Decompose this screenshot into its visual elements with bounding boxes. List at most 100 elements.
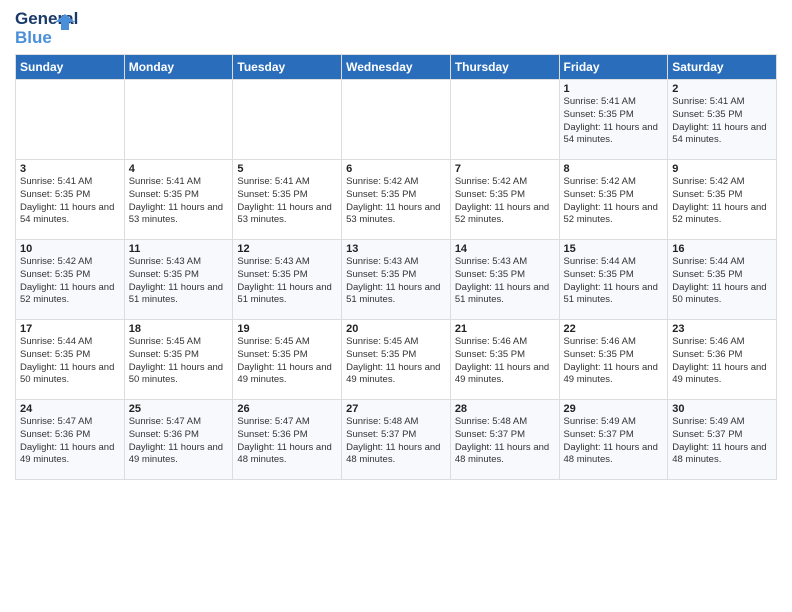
calendar-cell: 1Sunrise: 5:41 AMSunset: 5:35 PMDaylight… — [559, 80, 668, 160]
day-info: Sunrise: 5:43 AMSunset: 5:35 PMDaylight:… — [129, 256, 229, 307]
day-number: 18 — [129, 323, 229, 335]
day-info: Sunrise: 5:45 AMSunset: 5:35 PMDaylight:… — [237, 336, 337, 387]
day-info: Sunrise: 5:43 AMSunset: 5:35 PMDaylight:… — [346, 256, 446, 307]
day-info: Sunrise: 5:41 AMSunset: 5:35 PMDaylight:… — [672, 96, 772, 147]
day-number: 12 — [237, 243, 337, 255]
calendar-cell — [450, 80, 559, 160]
day-number: 16 — [672, 243, 772, 255]
calendar-cell: 22Sunrise: 5:46 AMSunset: 5:35 PMDayligh… — [559, 320, 668, 400]
day-info: Sunrise: 5:41 AMSunset: 5:35 PMDaylight:… — [237, 176, 337, 227]
day-info: Sunrise: 5:42 AMSunset: 5:35 PMDaylight:… — [455, 176, 555, 227]
day-number: 5 — [237, 163, 337, 175]
day-number: 28 — [455, 403, 555, 415]
day-info: Sunrise: 5:44 AMSunset: 5:35 PMDaylight:… — [20, 336, 120, 387]
day-number: 17 — [20, 323, 120, 335]
day-number: 10 — [20, 243, 120, 255]
day-of-week-header: Friday — [559, 55, 668, 80]
day-info: Sunrise: 5:48 AMSunset: 5:37 PMDaylight:… — [455, 416, 555, 467]
calendar-cell: 9Sunrise: 5:42 AMSunset: 5:35 PMDaylight… — [668, 160, 777, 240]
calendar-cell: 5Sunrise: 5:41 AMSunset: 5:35 PMDaylight… — [233, 160, 342, 240]
calendar-cell: 19Sunrise: 5:45 AMSunset: 5:35 PMDayligh… — [233, 320, 342, 400]
calendar-cell — [16, 80, 125, 160]
calendar-cell: 11Sunrise: 5:43 AMSunset: 5:35 PMDayligh… — [124, 240, 233, 320]
day-of-week-header: Tuesday — [233, 55, 342, 80]
day-number: 27 — [346, 403, 446, 415]
calendar-cell: 25Sunrise: 5:47 AMSunset: 5:36 PMDayligh… — [124, 400, 233, 480]
day-info: Sunrise: 5:42 AMSunset: 5:35 PMDaylight:… — [672, 176, 772, 227]
day-number: 29 — [564, 403, 664, 415]
day-number: 7 — [455, 163, 555, 175]
calendar-cell: 4Sunrise: 5:41 AMSunset: 5:35 PMDaylight… — [124, 160, 233, 240]
day-number: 26 — [237, 403, 337, 415]
day-number: 24 — [20, 403, 120, 415]
calendar-cell: 24Sunrise: 5:47 AMSunset: 5:36 PMDayligh… — [16, 400, 125, 480]
calendar-cell: 17Sunrise: 5:44 AMSunset: 5:35 PMDayligh… — [16, 320, 125, 400]
day-number: 11 — [129, 243, 229, 255]
day-info: Sunrise: 5:43 AMSunset: 5:35 PMDaylight:… — [237, 256, 337, 307]
day-info: Sunrise: 5:42 AMSunset: 5:35 PMDaylight:… — [564, 176, 664, 227]
calendar-cell: 30Sunrise: 5:49 AMSunset: 5:37 PMDayligh… — [668, 400, 777, 480]
day-number: 6 — [346, 163, 446, 175]
day-number: 15 — [564, 243, 664, 255]
header: General Blue — [15, 10, 777, 48]
day-number: 1 — [564, 83, 664, 95]
logo: General Blue — [15, 10, 59, 48]
day-number: 13 — [346, 243, 446, 255]
day-number: 19 — [237, 323, 337, 335]
day-info: Sunrise: 5:48 AMSunset: 5:37 PMDaylight:… — [346, 416, 446, 467]
day-number: 14 — [455, 243, 555, 255]
day-info: Sunrise: 5:46 AMSunset: 5:35 PMDaylight:… — [564, 336, 664, 387]
calendar-cell: 26Sunrise: 5:47 AMSunset: 5:36 PMDayligh… — [233, 400, 342, 480]
day-of-week-header: Thursday — [450, 55, 559, 80]
day-number: 9 — [672, 163, 772, 175]
calendar-cell: 8Sunrise: 5:42 AMSunset: 5:35 PMDaylight… — [559, 160, 668, 240]
calendar-cell: 7Sunrise: 5:42 AMSunset: 5:35 PMDaylight… — [450, 160, 559, 240]
calendar-cell: 6Sunrise: 5:42 AMSunset: 5:35 PMDaylight… — [342, 160, 451, 240]
day-info: Sunrise: 5:44 AMSunset: 5:35 PMDaylight:… — [564, 256, 664, 307]
calendar-cell — [233, 80, 342, 160]
calendar-cell: 10Sunrise: 5:42 AMSunset: 5:35 PMDayligh… — [16, 240, 125, 320]
calendar-cell: 18Sunrise: 5:45 AMSunset: 5:35 PMDayligh… — [124, 320, 233, 400]
day-info: Sunrise: 5:46 AMSunset: 5:35 PMDaylight:… — [455, 336, 555, 387]
calendar-cell: 15Sunrise: 5:44 AMSunset: 5:35 PMDayligh… — [559, 240, 668, 320]
calendar-cell: 12Sunrise: 5:43 AMSunset: 5:35 PMDayligh… — [233, 240, 342, 320]
day-of-week-header: Sunday — [16, 55, 125, 80]
day-number: 25 — [129, 403, 229, 415]
day-info: Sunrise: 5:45 AMSunset: 5:35 PMDaylight:… — [346, 336, 446, 387]
day-info: Sunrise: 5:49 AMSunset: 5:37 PMDaylight:… — [672, 416, 772, 467]
calendar-cell: 13Sunrise: 5:43 AMSunset: 5:35 PMDayligh… — [342, 240, 451, 320]
day-info: Sunrise: 5:45 AMSunset: 5:35 PMDaylight:… — [129, 336, 229, 387]
day-info: Sunrise: 5:42 AMSunset: 5:35 PMDaylight:… — [20, 256, 120, 307]
calendar-cell: 14Sunrise: 5:43 AMSunset: 5:35 PMDayligh… — [450, 240, 559, 320]
day-info: Sunrise: 5:46 AMSunset: 5:36 PMDaylight:… — [672, 336, 772, 387]
calendar-cell — [342, 80, 451, 160]
day-number: 4 — [129, 163, 229, 175]
day-info: Sunrise: 5:47 AMSunset: 5:36 PMDaylight:… — [129, 416, 229, 467]
calendar-cell: 27Sunrise: 5:48 AMSunset: 5:37 PMDayligh… — [342, 400, 451, 480]
day-of-week-header: Monday — [124, 55, 233, 80]
day-info: Sunrise: 5:47 AMSunset: 5:36 PMDaylight:… — [237, 416, 337, 467]
calendar-cell — [124, 80, 233, 160]
calendar-cell: 29Sunrise: 5:49 AMSunset: 5:37 PMDayligh… — [559, 400, 668, 480]
day-of-week-header: Saturday — [668, 55, 777, 80]
day-number: 2 — [672, 83, 772, 95]
day-info: Sunrise: 5:47 AMSunset: 5:36 PMDaylight:… — [20, 416, 120, 467]
calendar-cell: 28Sunrise: 5:48 AMSunset: 5:37 PMDayligh… — [450, 400, 559, 480]
calendar-cell: 23Sunrise: 5:46 AMSunset: 5:36 PMDayligh… — [668, 320, 777, 400]
calendar-cell: 2Sunrise: 5:41 AMSunset: 5:35 PMDaylight… — [668, 80, 777, 160]
day-info: Sunrise: 5:44 AMSunset: 5:35 PMDaylight:… — [672, 256, 772, 307]
day-number: 23 — [672, 323, 772, 335]
day-number: 30 — [672, 403, 772, 415]
calendar-cell: 3Sunrise: 5:41 AMSunset: 5:35 PMDaylight… — [16, 160, 125, 240]
day-info: Sunrise: 5:41 AMSunset: 5:35 PMDaylight:… — [564, 96, 664, 147]
day-number: 8 — [564, 163, 664, 175]
day-number: 20 — [346, 323, 446, 335]
day-info: Sunrise: 5:49 AMSunset: 5:37 PMDaylight:… — [564, 416, 664, 467]
day-of-week-header: Wednesday — [342, 55, 451, 80]
day-number: 21 — [455, 323, 555, 335]
day-info: Sunrise: 5:42 AMSunset: 5:35 PMDaylight:… — [346, 176, 446, 227]
day-info: Sunrise: 5:41 AMSunset: 5:35 PMDaylight:… — [129, 176, 229, 227]
calendar-cell: 20Sunrise: 5:45 AMSunset: 5:35 PMDayligh… — [342, 320, 451, 400]
day-number: 3 — [20, 163, 120, 175]
day-info: Sunrise: 5:41 AMSunset: 5:35 PMDaylight:… — [20, 176, 120, 227]
